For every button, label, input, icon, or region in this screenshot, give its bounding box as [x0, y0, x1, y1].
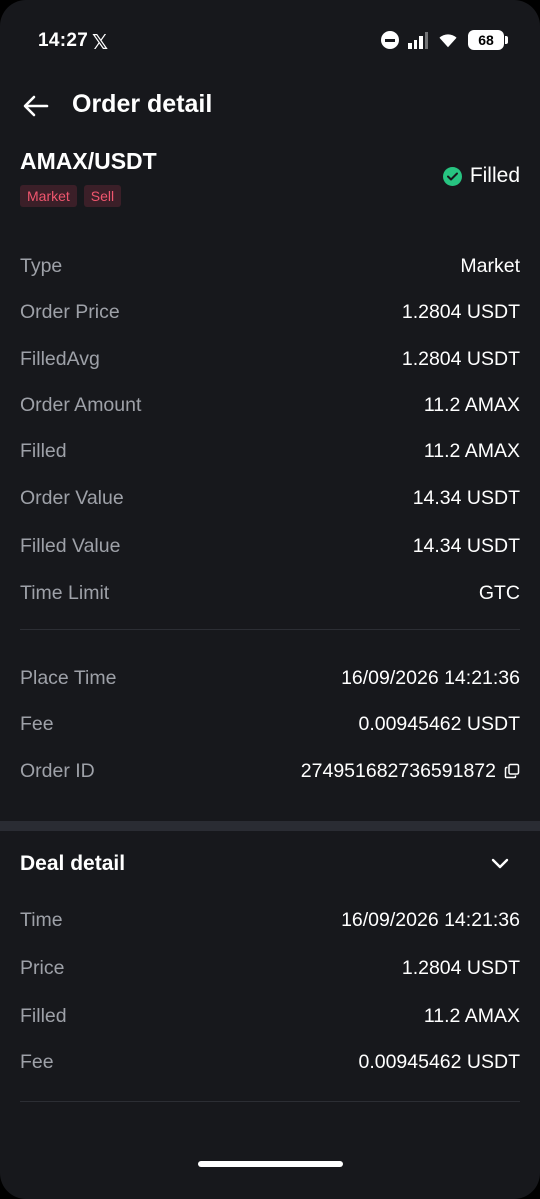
deal-label: Fee	[20, 1050, 54, 1073]
divider	[20, 1101, 520, 1102]
app-screen: 14:27 𝕏 68 Order detail AMAX/USDT Market…	[0, 0, 540, 1199]
copy-icon[interactable]	[504, 763, 520, 779]
detail-row-filled-value: Filled Value 14.34 USDT	[20, 531, 520, 561]
deal-detail-toggle[interactable]: Deal detail	[20, 848, 520, 880]
page-header: Order detail	[0, 80, 540, 132]
detail-value: 14.34 USDT	[412, 534, 520, 557]
detail-row-type: Type Market	[20, 251, 520, 281]
detail-value: 14.34 USDT	[412, 486, 520, 509]
detail-value: GTC	[478, 581, 520, 604]
order-type-tag: Market	[20, 185, 77, 207]
detail-value: 11.2 AMAX	[423, 393, 520, 416]
detail-row-filled: Filled 11.2 AMAX	[20, 436, 520, 466]
status-badge: Filled	[442, 164, 520, 188]
detail-value: 11.2 AMAX	[423, 439, 520, 462]
detail-row-filled-avg: FilledAvg 1.2804 USDT	[20, 344, 520, 374]
deal-value: 16/09/2026 14:21:36	[341, 908, 520, 931]
deal-value: 0.00945462 USDT	[358, 1050, 520, 1073]
meta-row-fee: Fee 0.00945462 USDT	[20, 709, 520, 739]
meta-row-order-id: Order ID 274951682736591872	[20, 756, 520, 786]
detail-row-order-price: Order Price 1.2804 USDT	[20, 297, 520, 327]
section-separator	[0, 821, 540, 831]
meta-value: 0.00945462 USDT	[358, 712, 520, 735]
meta-value: 16/09/2026 14:21:36	[341, 666, 520, 689]
detail-label: Order Price	[20, 300, 120, 323]
deal-row-time: Time 16/09/2026 14:21:36	[20, 905, 520, 935]
deal-row-filled: Filled 11.2 AMAX	[20, 1001, 520, 1031]
deal-row-price: Price 1.2804 USDT	[20, 953, 520, 983]
meta-row-place-time: Place Time 16/09/2026 14:21:36	[20, 663, 520, 693]
deal-label: Price	[20, 956, 65, 979]
deal-value: 11.2 AMAX	[423, 1004, 520, 1027]
detail-label: FilledAvg	[20, 347, 100, 370]
meta-label: Place Time	[20, 666, 117, 689]
detail-value: 1.2804 USDT	[401, 300, 520, 323]
order-id-value: 274951682736591872	[300, 759, 496, 782]
detail-value: 1.2804 USDT	[401, 347, 520, 370]
detail-row-time-limit: Time Limit GTC	[20, 578, 520, 608]
status-label: Filled	[469, 164, 520, 187]
detail-label: Filled	[20, 439, 67, 462]
detail-label: Time Limit	[20, 581, 110, 604]
detail-row-order-value: Order Value 14.34 USDT	[20, 483, 520, 513]
home-indicator[interactable]	[198, 1161, 343, 1167]
page-title: Order detail	[72, 90, 213, 118]
detail-label: Order Value	[20, 486, 124, 509]
deal-value: 1.2804 USDT	[401, 956, 520, 979]
signal-icon	[408, 31, 428, 49]
meta-label: Order ID	[20, 759, 95, 782]
chevron-down-icon	[491, 858, 509, 869]
deal-detail-title: Deal detail	[20, 852, 126, 875]
status-icons: 68	[381, 30, 508, 50]
wifi-icon	[439, 34, 457, 48]
detail-row-order-amount: Order Amount 11.2 AMAX	[20, 390, 520, 420]
detail-label: Filled Value	[20, 534, 121, 557]
meta-label: Fee	[20, 712, 54, 735]
detail-value: Market	[460, 254, 520, 277]
battery-level: 68	[478, 32, 494, 48]
trading-pair: AMAX/USDT	[20, 148, 157, 174]
status-time: 14:27	[38, 30, 89, 51]
arrow-left-icon	[23, 95, 49, 117]
do-not-disturb-icon	[381, 31, 399, 49]
back-button[interactable]	[20, 91, 52, 121]
status-bar: 14:27 𝕏 68	[0, 0, 540, 80]
deal-label: Time	[20, 908, 63, 931]
check-circle-icon	[442, 166, 462, 186]
detail-label: Type	[20, 254, 63, 277]
detail-label: Order Amount	[20, 393, 142, 416]
order-side-tag: Sell	[83, 185, 122, 207]
meta-value: 274951682736591872	[301, 760, 520, 783]
battery-icon: 68	[468, 30, 508, 50]
deal-row-fee: Fee 0.00945462 USDT	[20, 1047, 520, 1077]
order-tags: Market Sell	[20, 185, 122, 207]
x-logo-icon: 𝕏	[92, 32, 109, 54]
deal-label: Filled	[20, 1004, 67, 1027]
divider	[20, 629, 520, 630]
